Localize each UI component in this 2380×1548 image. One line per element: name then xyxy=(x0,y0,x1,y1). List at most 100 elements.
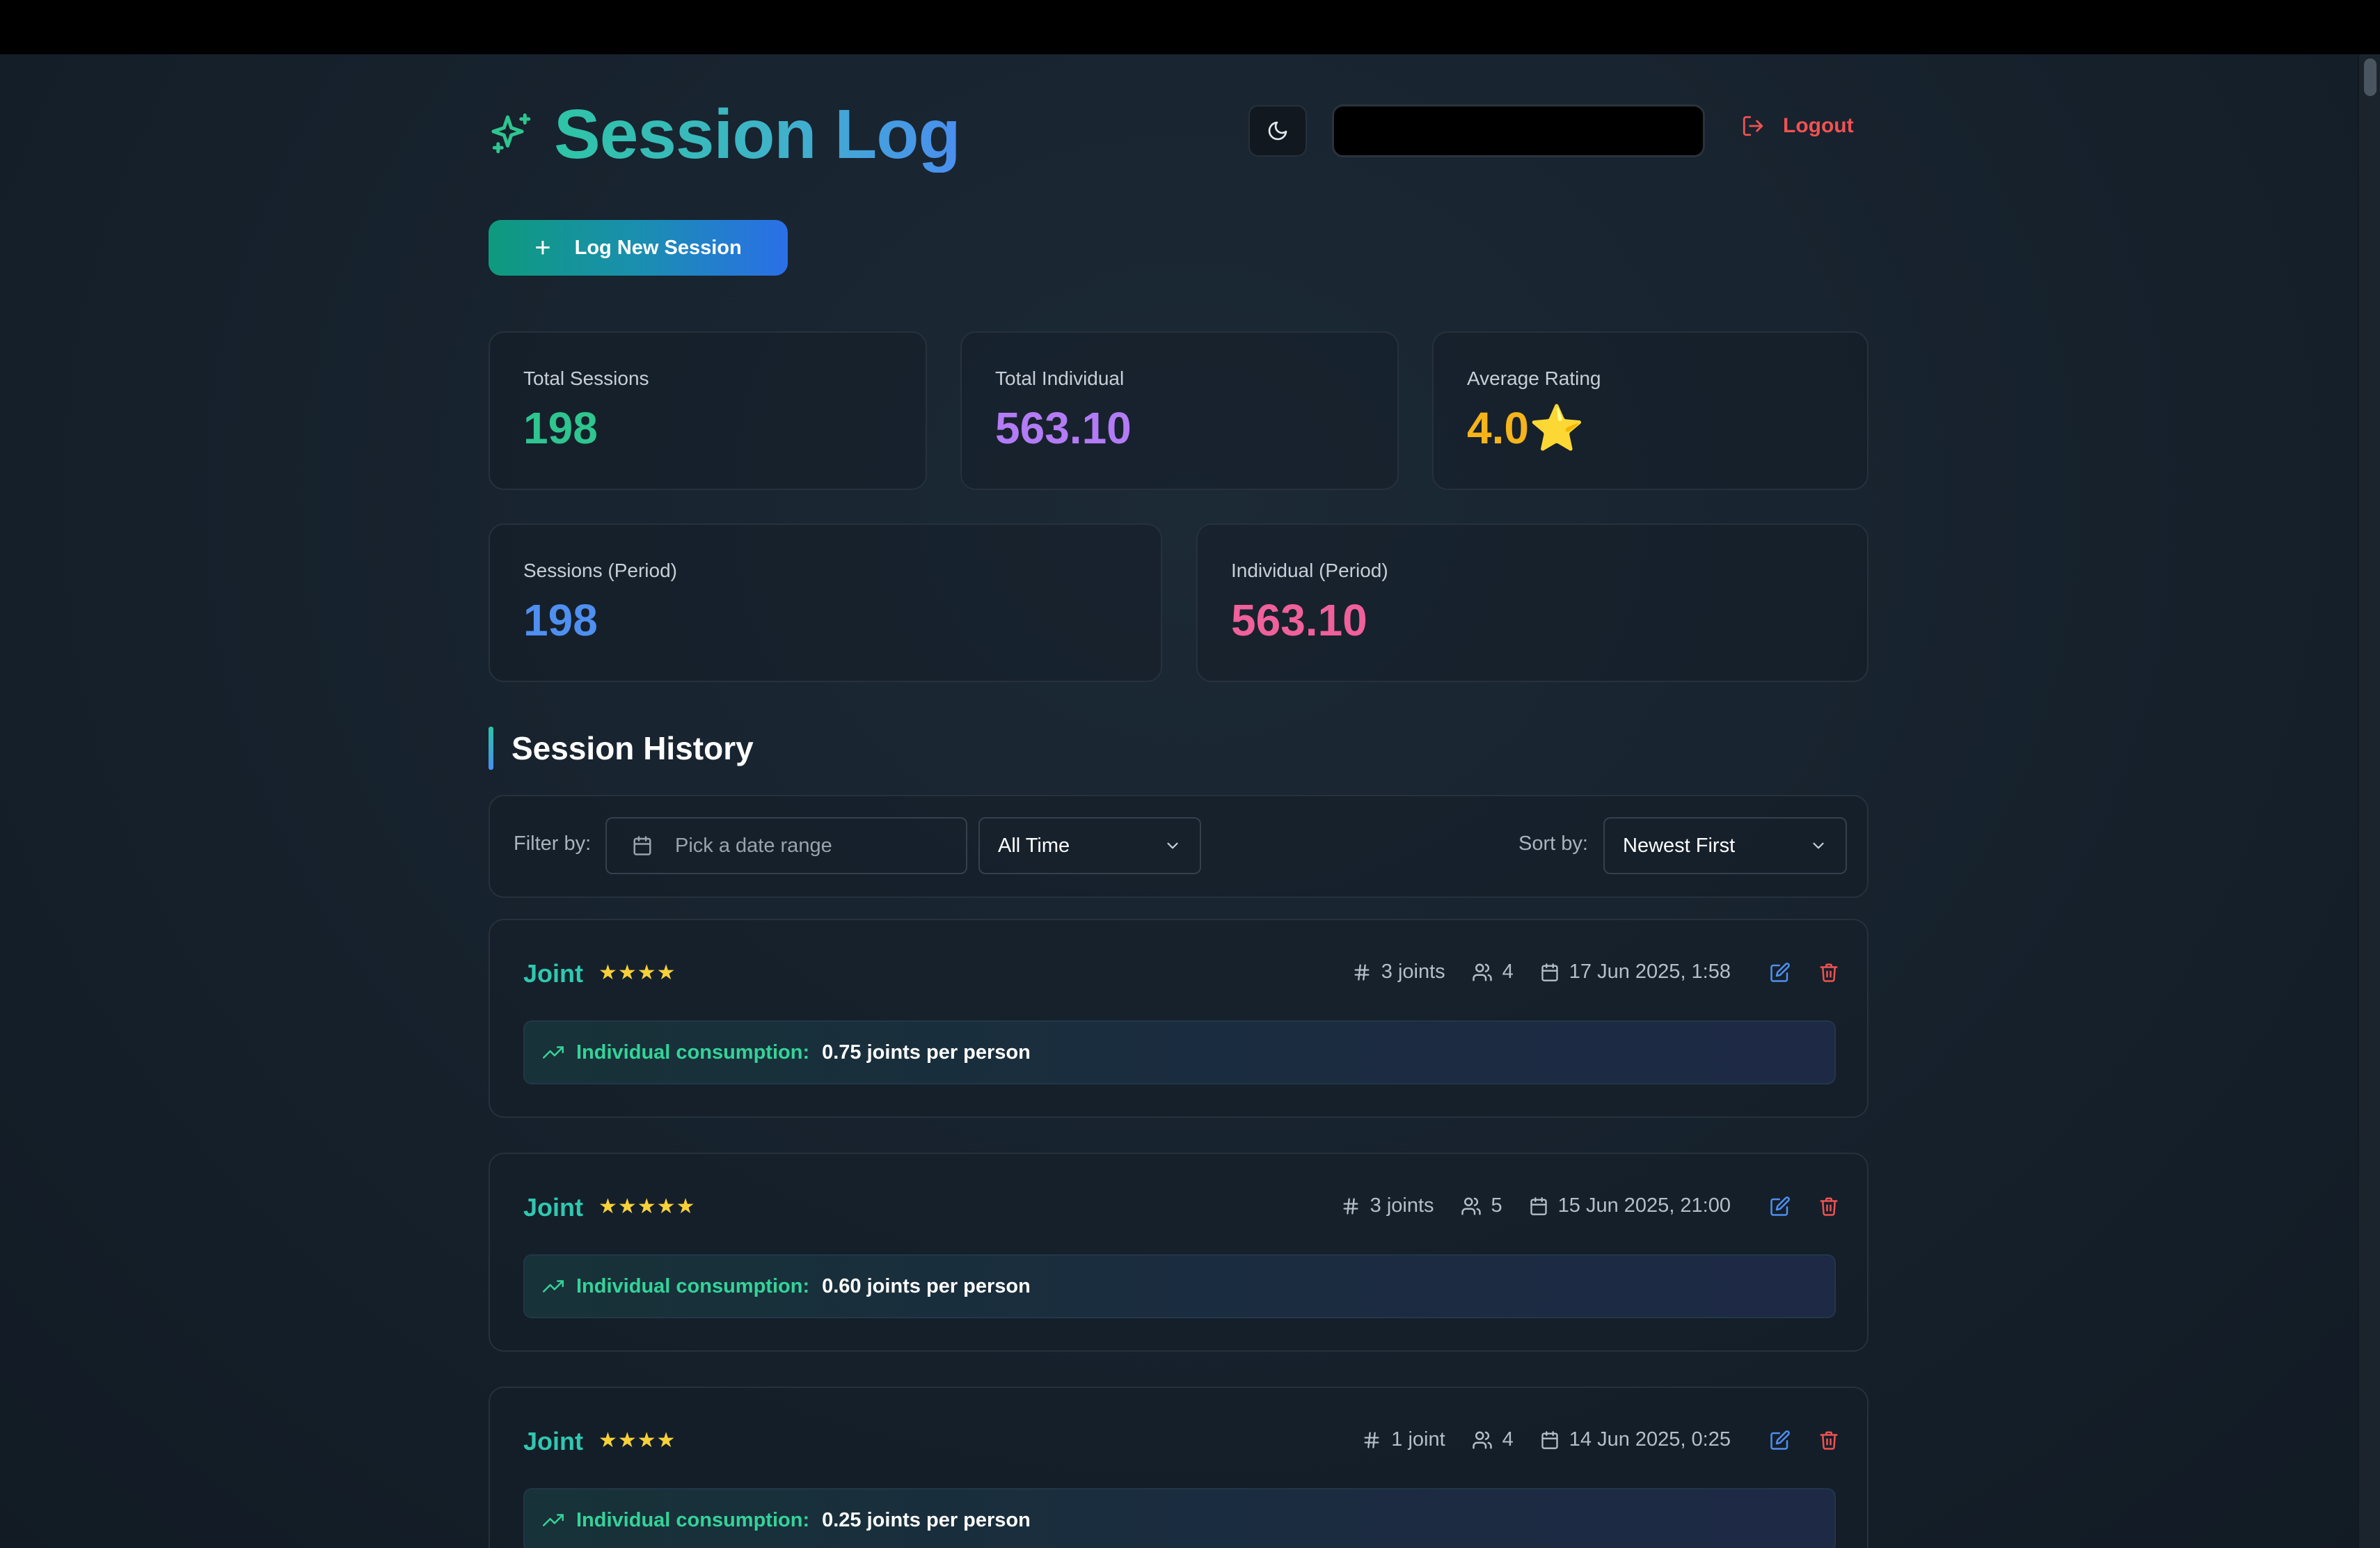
window-top-bar xyxy=(0,0,2380,54)
consumption-label: Individual consumption: xyxy=(576,1041,810,1064)
people-count-value: 4 xyxy=(1502,961,1514,983)
consumption-value: 0.60 joints per person xyxy=(822,1274,1031,1297)
stat-card-total-sessions: Total Sessions 198 xyxy=(489,331,927,490)
main-container: Session Log Logout + Log New Session Tot… xyxy=(489,54,1869,1548)
stat-value: 198 xyxy=(523,595,598,645)
rating-stars: ★★★★ xyxy=(598,1429,676,1452)
stat-label: Average Rating xyxy=(1467,368,1601,389)
session-type: Joint xyxy=(523,1427,583,1455)
period-select-value: All Time xyxy=(998,834,1070,857)
session-datetime-value: 15 Jun 2025, 21:00 xyxy=(1557,1194,1731,1217)
sort-label: Sort by: xyxy=(1518,832,1588,855)
sparkles-icon xyxy=(491,113,531,154)
edit-icon[interactable] xyxy=(1770,962,1791,983)
stat-card-sessions-period: Sessions (Period) 198 xyxy=(489,523,1162,682)
moon-icon xyxy=(1268,121,1287,141)
date-range-picker[interactable]: Pick a date range xyxy=(605,817,967,874)
joint-count: 3 joints xyxy=(1341,1194,1434,1217)
stat-card-average-rating: Average Rating 4.0⭐ xyxy=(1432,331,1869,490)
session-datetime: 17 Jun 2025, 1:58 xyxy=(1540,961,1731,984)
joint-count-value: 1 joint xyxy=(1391,1428,1445,1451)
calendar-icon xyxy=(1541,963,1558,981)
session-meta: 3 joints 4 17 Jun 2025, 1:58 xyxy=(1352,961,1839,984)
consumption-box: Individual consumption: 0.25 joints per … xyxy=(523,1488,1836,1548)
date-range-placeholder: Pick a date range xyxy=(675,834,832,857)
filter-label: Filter by: xyxy=(514,832,592,855)
consumption-value: 0.75 joints per person xyxy=(822,1041,1031,1064)
users-icon xyxy=(1461,1197,1481,1215)
page-viewport: Session Log Logout + Log New Session Tot… xyxy=(0,54,2380,1548)
stat-value: 563.10 xyxy=(1231,595,1367,645)
session-datetime-value: 17 Jun 2025, 1:58 xyxy=(1569,961,1731,983)
section-heading: Session History xyxy=(489,727,754,770)
logout-icon xyxy=(1743,116,1763,136)
trash-icon[interactable] xyxy=(1818,1430,1839,1451)
consumption-label: Individual consumption: xyxy=(576,1274,810,1297)
edit-icon[interactable] xyxy=(1770,1430,1791,1451)
filter-bar: Filter by: Pick a date range All Time So… xyxy=(489,795,1869,898)
scrollbar-thumb[interactable] xyxy=(2364,58,2377,96)
session-type: Joint xyxy=(523,1193,583,1222)
joint-count-value: 3 joints xyxy=(1370,1194,1434,1217)
rating-stars: ★★★★ xyxy=(598,961,676,984)
log-new-session-button[interactable]: + Log New Session xyxy=(489,220,788,276)
calendar-icon xyxy=(633,836,651,855)
calendar-icon xyxy=(1541,1430,1558,1449)
people-count-value: 5 xyxy=(1491,1194,1502,1217)
title-wrap: Session Log xyxy=(489,95,961,173)
period-select[interactable]: All Time xyxy=(978,817,1201,874)
session-datetime: 14 Jun 2025, 0:25 xyxy=(1540,1428,1731,1451)
joint-count-value: 3 joints xyxy=(1381,961,1445,983)
plus-icon: + xyxy=(534,232,551,263)
stat-value: 198 xyxy=(523,403,598,453)
trending-up-icon xyxy=(543,1514,564,1526)
redacted-user-field xyxy=(1332,104,1705,157)
session-meta: 1 joint 4 14 Jun 2025, 0:25 xyxy=(1362,1428,1839,1451)
session-card: Joint ★★★★★ 3 joints 5 15 Jun 2025, 21:0… xyxy=(489,1153,1869,1352)
session-meta: 3 joints 5 15 Jun 2025, 21:00 xyxy=(1341,1194,1839,1217)
logout-button[interactable]: Logout xyxy=(1741,114,1854,138)
session-card: Joint ★★★★ 3 joints 4 17 Jun 2025, 1:58 xyxy=(489,919,1869,1118)
edit-icon[interactable] xyxy=(1770,1196,1791,1217)
session-type: Joint xyxy=(523,959,583,988)
consumption-value: 0.25 joints per person xyxy=(822,1508,1031,1531)
logout-label: Logout xyxy=(1783,114,1854,137)
consumption-box: Individual consumption: 0.60 joints per … xyxy=(523,1254,1836,1318)
log-new-session-label: Log New Session xyxy=(574,236,742,259)
consumption-label: Individual consumption: xyxy=(576,1508,810,1531)
users-icon xyxy=(1472,1431,1492,1448)
joint-count: 3 joints xyxy=(1352,961,1445,984)
hash-icon xyxy=(1343,1197,1358,1215)
trending-up-icon xyxy=(543,1280,564,1293)
hash-icon xyxy=(1364,1431,1379,1448)
scrollbar[interactable] xyxy=(2358,54,2380,1548)
theme-toggle-button[interactable] xyxy=(1248,105,1307,157)
people-count: 5 xyxy=(1461,1194,1502,1217)
people-count-value: 4 xyxy=(1502,1428,1514,1451)
session-datetime: 15 Jun 2025, 21:00 xyxy=(1529,1194,1731,1217)
header: Session Log Logout + Log New Session xyxy=(489,54,1869,276)
chevron-down-icon xyxy=(1813,842,1824,849)
hash-icon xyxy=(1354,963,1370,981)
stat-label: Total Sessions xyxy=(523,368,649,389)
rating-stars: ★★★★★ xyxy=(598,1195,696,1218)
session-card: Joint ★★★★ 1 joint 4 14 Jun 2025, 0:25 I… xyxy=(489,1387,1869,1548)
stat-label: Individual (Period) xyxy=(1231,560,1388,581)
stat-label: Total Individual xyxy=(995,368,1125,389)
consumption-box: Individual consumption: 0.75 joints per … xyxy=(523,1020,1836,1084)
trending-up-icon xyxy=(543,1046,564,1059)
users-icon xyxy=(1472,963,1492,981)
trash-icon[interactable] xyxy=(1818,962,1839,983)
stat-value: 563.10 xyxy=(995,403,1132,453)
people-count: 4 xyxy=(1472,1428,1514,1451)
people-count: 4 xyxy=(1472,961,1514,984)
stat-value: 4.0⭐ xyxy=(1467,403,1585,453)
stat-card-total-individual: Total Individual 563.10 xyxy=(960,331,1399,490)
sort-select[interactable]: Newest First xyxy=(1603,817,1847,874)
stat-label: Sessions (Period) xyxy=(523,560,677,581)
page-title: Session Log xyxy=(554,95,961,173)
joint-count: 1 joint xyxy=(1362,1428,1445,1451)
section-title: Session History xyxy=(511,730,754,766)
trash-icon[interactable] xyxy=(1818,1196,1839,1217)
session-datetime-value: 14 Jun 2025, 0:25 xyxy=(1569,1428,1731,1451)
